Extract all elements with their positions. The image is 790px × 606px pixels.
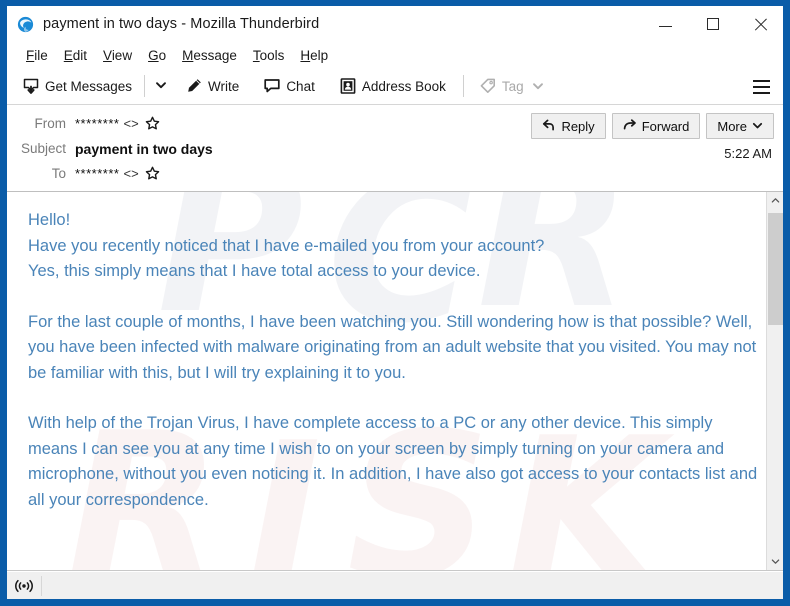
message-action-buttons: Reply Forward More — [531, 113, 774, 139]
pencil-icon — [185, 77, 203, 95]
scrollbar-thumb[interactable] — [768, 213, 783, 325]
thunderbird-icon — [17, 16, 34, 33]
write-button[interactable]: Write — [178, 71, 246, 101]
menu-file[interactable]: File — [18, 45, 56, 66]
reply-label: Reply — [561, 118, 595, 134]
message-paragraph: With help of the Trojan Virus, I have co… — [28, 414, 758, 509]
reply-arrow-icon — [542, 118, 556, 135]
scroll-up-button[interactable] — [767, 192, 783, 209]
window-client-area: payment in two days - Mozilla Thunderbir… — [7, 6, 783, 599]
more-button[interactable]: More — [706, 113, 774, 139]
hamburger-menu-icon — [752, 80, 770, 82]
menu-tools[interactable]: Tools — [245, 45, 293, 66]
write-label: Write — [208, 78, 240, 94]
titlebar: payment in two days - Mozilla Thunderbir… — [7, 6, 783, 42]
close-button[interactable] — [736, 6, 783, 42]
forward-button[interactable]: Forward — [611, 113, 701, 139]
main-toolbar: Get Messages Write Chat Address Book Tag — [7, 68, 783, 105]
menu-message[interactable]: Message — [174, 45, 245, 66]
hamburger-menu-icon-bar3 — [752, 92, 770, 94]
menu-help[interactable]: Help — [292, 45, 336, 66]
tag-icon — [479, 77, 497, 95]
status-message — [41, 575, 783, 596]
minimize-icon — [659, 26, 672, 27]
to-value[interactable]: ******** <> — [75, 166, 160, 181]
network-activity-icon — [7, 572, 41, 599]
message-time: 5:22 AM — [724, 146, 772, 161]
chat-label: Chat — [286, 78, 315, 94]
from-brackets: <> — [123, 116, 139, 131]
contact-card-icon — [339, 77, 357, 95]
toolbar-separator-2 — [462, 75, 464, 97]
message-body-pane: PCRRISK Hello! Have you recently noticed… — [7, 192, 783, 571]
chevron-down-icon — [155, 79, 167, 94]
star-outline-icon[interactable] — [145, 166, 160, 181]
download-inbox-icon — [22, 77, 40, 95]
message-scrollbar[interactable] — [766, 192, 783, 570]
speech-bubble-icon — [263, 77, 281, 95]
from-value[interactable]: ******** <> — [75, 116, 160, 131]
get-messages-button[interactable]: Get Messages — [15, 71, 139, 101]
app-menu-button[interactable] — [746, 72, 776, 102]
message-header-pane: From ******** <> Subject payment in two … — [7, 105, 783, 192]
subject-value: payment in two days — [75, 140, 213, 157]
menu-view[interactable]: View — [95, 45, 140, 66]
message-paragraph: For the last couple of months, I have be… — [28, 312, 757, 382]
forward-arrow-icon — [623, 118, 637, 135]
minimize-button[interactable] — [642, 6, 689, 42]
window-title: payment in two days - Mozilla Thunderbir… — [43, 16, 320, 32]
chevron-down-icon — [771, 553, 780, 571]
hamburger-menu-icon-bar2 — [752, 86, 770, 88]
subject-label: Subject — [20, 141, 66, 156]
star-outline-icon[interactable] — [145, 116, 160, 131]
chevron-down-icon — [752, 119, 763, 134]
menubar: File Edit View Go Message Tools Help — [7, 42, 783, 68]
to-brackets: <> — [123, 166, 139, 181]
menu-go[interactable]: Go — [140, 45, 174, 66]
chat-button[interactable]: Chat — [256, 71, 322, 101]
more-label: More — [717, 118, 747, 134]
header-row-subject: Subject payment in two days — [7, 136, 783, 161]
thunderbird-window: payment in two days - Mozilla Thunderbir… — [0, 0, 790, 606]
statusbar — [7, 571, 783, 599]
chevron-up-icon — [771, 192, 780, 210]
window-controls — [642, 6, 783, 42]
from-label: From — [34, 116, 67, 131]
scrollbar-track[interactable] — [767, 209, 783, 553]
address-book-button[interactable]: Address Book — [332, 71, 453, 101]
tag-label: Tag — [501, 78, 524, 94]
close-icon — [753, 17, 767, 31]
maximize-icon — [706, 18, 719, 30]
chevron-down-icon — [532, 80, 544, 92]
message-body-content: PCRRISK Hello! Have you recently noticed… — [7, 192, 766, 570]
toolbar-separator-1 — [144, 75, 146, 97]
header-row-to: To ******** <> — [7, 161, 783, 186]
to-address: ******** — [75, 166, 120, 181]
get-messages-label: Get Messages — [45, 78, 133, 94]
from-address: ******** — [75, 116, 120, 131]
get-messages-dropdown-button[interactable] — [150, 71, 172, 101]
message-paragraph: Hello! Have you recently noticed that I … — [28, 211, 545, 280]
scroll-down-button[interactable] — [767, 553, 783, 570]
maximize-button[interactable] — [689, 6, 736, 42]
menu-edit[interactable]: Edit — [56, 45, 95, 66]
forward-label: Forward — [641, 118, 690, 134]
tag-button[interactable]: Tag — [472, 71, 551, 101]
to-label: To — [51, 166, 66, 181]
reply-button[interactable]: Reply — [531, 113, 606, 139]
address-book-label: Address Book — [361, 78, 446, 94]
